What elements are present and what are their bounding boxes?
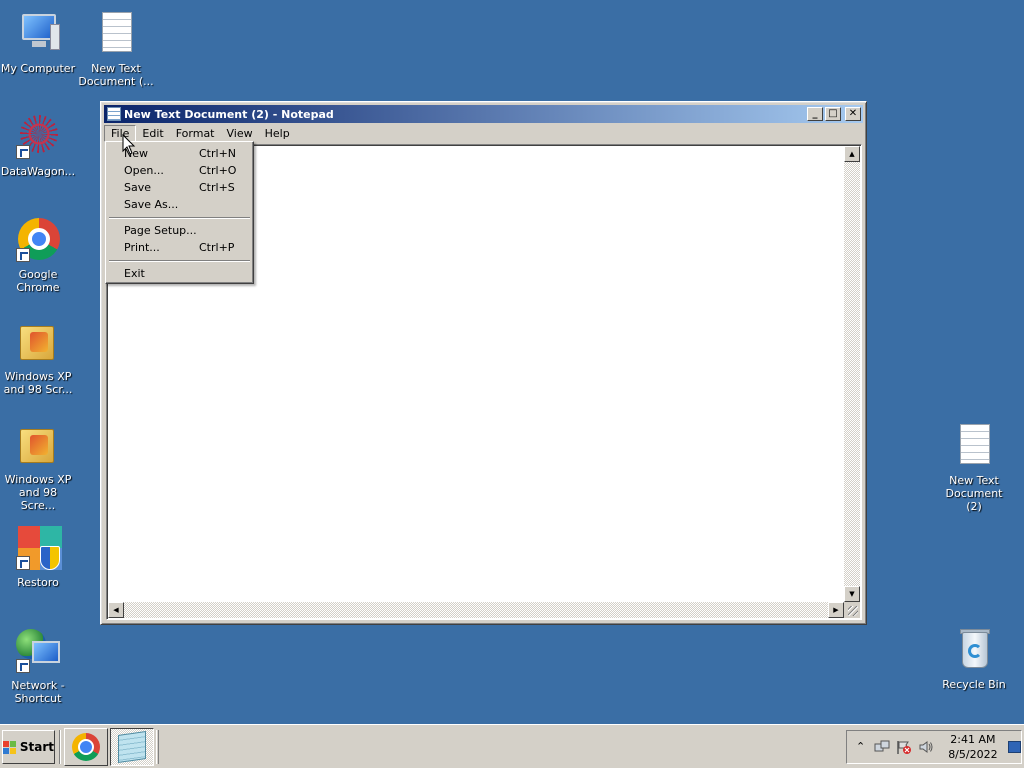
computer-icon — [14, 10, 62, 58]
size-grip[interactable] — [844, 602, 860, 618]
action-center-flag-icon[interactable] — [896, 739, 912, 755]
maximize-button[interactable]: □ — [825, 107, 841, 121]
restoro-icon — [14, 524, 62, 572]
title-bar[interactable]: New Text Document (2) - Notepad _ □ ✕ — [104, 105, 863, 123]
shortcut-arrow-icon — [16, 145, 30, 159]
vertical-scrollbar[interactable]: ▲ ▼ — [844, 146, 860, 602]
shortcut-arrow-icon — [16, 248, 30, 262]
notepad-icon — [118, 731, 146, 763]
menu-edit[interactable]: Edit — [136, 125, 169, 142]
desktop-icon-label: Recycle Bin — [942, 678, 1006, 691]
recycle-bin-icon — [950, 626, 998, 674]
menu-view[interactable]: View — [221, 125, 259, 142]
menu-item-label: Page Setup... — [124, 224, 197, 237]
network-icon — [14, 627, 62, 675]
desktop-icon-my-computer[interactable]: My Computer — [0, 10, 76, 75]
menu-help[interactable]: Help — [259, 125, 296, 142]
desktop-icon-label: Restoro — [17, 576, 59, 589]
clock-time: 2:41 AM — [950, 733, 996, 746]
menu-item-shortcut: Ctrl+P — [199, 241, 235, 254]
desktop-icon-recycle-bin[interactable]: Recycle Bin — [936, 626, 1012, 691]
taskbar-notepad-button[interactable] — [110, 728, 154, 766]
desktop-icon-datawagon[interactable]: DataWagon... — [0, 113, 76, 178]
chrome-icon — [72, 733, 100, 761]
scroll-down-button[interactable]: ▼ — [844, 586, 860, 602]
desktop-icon-label: Network - Shortcut — [11, 679, 65, 705]
chrome-icon — [14, 216, 62, 264]
minimize-button[interactable]: _ — [807, 107, 823, 121]
taskbar-divider — [59, 730, 61, 764]
scroll-right-button[interactable]: ▶ — [828, 602, 844, 618]
datawagon-icon — [14, 113, 62, 161]
desktop-icon-new-text-document-2[interactable]: New Text Document (2) — [936, 422, 1012, 513]
desktop-icon-windows-xp-98-scre[interactable]: Windows XP and 98 Scre... — [0, 421, 76, 512]
horizontal-scrollbar[interactable]: ◀ ▶ — [108, 602, 844, 618]
menu-item-shortcut — [199, 196, 251, 213]
desktop-icon-label: My Computer — [0, 62, 76, 75]
notepad-icon — [107, 107, 121, 121]
desktop-icon-label: New Text Document (2) — [945, 474, 1003, 513]
menu-item-shortcut — [199, 222, 251, 239]
menu-item-shortcut: Ctrl+S — [199, 181, 235, 194]
desktop-icon-label: Windows XP and 98 Scr... — [3, 370, 73, 396]
menu-item-open[interactable]: Open... Ctrl+O — [108, 162, 251, 179]
scroll-up-button[interactable]: ▲ — [844, 146, 860, 162]
menu-item-label: Print... — [124, 241, 160, 254]
shortcut-arrow-icon — [16, 556, 30, 570]
menu-item-shortcut: Ctrl+O — [199, 164, 237, 177]
menu-item-save[interactable]: Save Ctrl+S — [108, 179, 251, 196]
show-desktop-icon[interactable] — [1007, 741, 1021, 753]
menu-item-page-setup[interactable]: Page Setup... — [108, 222, 251, 239]
text-document-icon — [92, 10, 140, 58]
desktop-icon-label: DataWagon... — [0, 165, 76, 178]
show-hidden-icons-chevron-icon[interactable]: ⌃ — [853, 739, 868, 755]
menu-format[interactable]: Format — [170, 125, 221, 142]
desktop-icon-google-chrome[interactable]: Google Chrome — [0, 216, 76, 294]
scroll-left-button[interactable]: ◀ — [108, 602, 124, 618]
system-clock[interactable]: 2:41 AM 8/5/2022 — [944, 732, 1001, 762]
windows-logo-icon — [3, 740, 17, 754]
desktop-icon-label: Windows XP and 98 Scre... — [4, 473, 72, 512]
shortcut-arrow-icon — [16, 659, 30, 673]
menu-item-shortcut — [199, 265, 251, 282]
clock-date: 8/5/2022 — [948, 748, 998, 761]
menu-item-print[interactable]: Print... Ctrl+P — [108, 239, 251, 256]
window-title: New Text Document (2) - Notepad — [124, 107, 334, 121]
file-menu-dropdown: New Ctrl+N Open... Ctrl+O Save Ctrl+S Sa… — [105, 141, 254, 284]
system-tray: ⌃ 2:41 AM 8/5/2022 — [846, 730, 1022, 764]
volume-icon[interactable] — [918, 739, 934, 755]
desktop-icon-network-shortcut[interactable]: Network - Shortcut — [0, 627, 76, 705]
desktop-icon-restoro[interactable]: Restoro — [0, 524, 76, 589]
menu-item-label: Open... — [124, 164, 164, 177]
start-button[interactable]: Start — [2, 730, 55, 764]
folder-music-icon — [14, 318, 62, 366]
desktop-icon-windows-xp-98-scr[interactable]: Windows XP and 98 Scr... — [0, 318, 76, 396]
mouse-pointer-icon — [122, 134, 136, 155]
desktop-icon-label: Google Chrome — [16, 268, 60, 294]
text-document-icon — [950, 422, 998, 470]
taskbar: Start ⌃ 2:41 AM 8/5/2022 — [0, 724, 1024, 768]
menu-separator — [108, 256, 251, 265]
network-tray-icon[interactable] — [874, 739, 890, 755]
close-button[interactable]: ✕ — [845, 107, 861, 121]
desktop-icon-new-text-document[interactable]: New Text Document (... — [78, 10, 154, 88]
menu-item-label: Exit — [124, 267, 145, 280]
menu-separator — [108, 213, 251, 222]
menu-item-shortcut: Ctrl+N — [199, 147, 237, 160]
folder-music-icon — [14, 421, 62, 469]
menu-item-label: Save As... — [124, 198, 179, 211]
menu-item-save-as[interactable]: Save As... — [108, 196, 251, 213]
desktop-icon-label: New Text Document (... — [78, 62, 154, 88]
menu-item-exit[interactable]: Exit — [108, 265, 251, 282]
menu-item-label: Save — [124, 181, 152, 194]
taskbar-chrome-button[interactable] — [64, 728, 108, 766]
taskbar-grip[interactable] — [156, 730, 159, 764]
start-label: Start — [19, 740, 54, 754]
